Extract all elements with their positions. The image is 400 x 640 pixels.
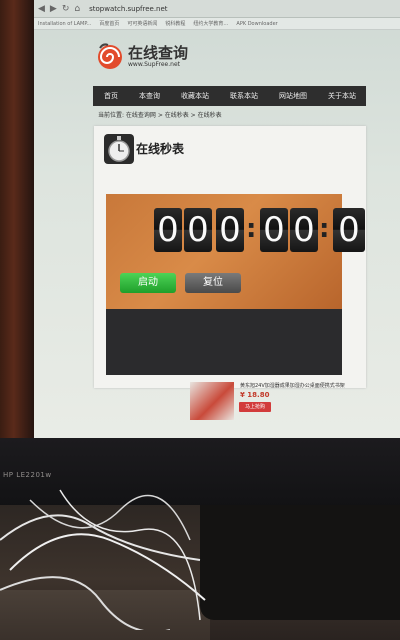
cables bbox=[0, 489, 206, 630]
bookmark-item[interactable]: APK Downloader bbox=[236, 21, 277, 27]
digit-minutes-1: 0 bbox=[216, 208, 244, 252]
digit-seconds-2: 0 bbox=[290, 208, 318, 252]
breadcrumb: 当前位置: 在线查询网 > 在线秒表 > 在线秒表 bbox=[98, 112, 222, 119]
nav-item-home[interactable]: 首页 bbox=[93, 91, 128, 101]
nav-item-sitemap[interactable]: 网站地图 bbox=[268, 91, 317, 101]
separator-colon-2: : bbox=[319, 214, 330, 244]
home-icon[interactable]: ⌂ bbox=[74, 4, 80, 14]
nav-item-about[interactable]: 关于本站 bbox=[317, 91, 366, 101]
ad-title[interactable]: 黄东旭24V加湿器成果加湿办公桌面便携式书架 bbox=[240, 382, 366, 389]
monitor-stand bbox=[200, 505, 400, 620]
separator-colon-1: : bbox=[246, 214, 257, 244]
ad-price: ¥ 18.80 bbox=[240, 391, 270, 399]
stopwatch-icon bbox=[104, 134, 134, 164]
nav-item-bookmark[interactable]: 收藏本站 bbox=[170, 91, 219, 101]
back-icon[interactable]: ◀ bbox=[38, 4, 45, 14]
spiral-logo-icon bbox=[98, 43, 122, 69]
bookmark-item[interactable]: 纽约大学教育… bbox=[193, 20, 228, 27]
bookmark-item[interactable]: 锐科教程 bbox=[165, 20, 185, 27]
stopwatch-lap-area bbox=[106, 309, 342, 375]
reset-button[interactable]: 复位 bbox=[185, 273, 241, 293]
site-logo[interactable]: 在线查询 www.SupFree.net bbox=[96, 42, 188, 70]
logo-domain: www.SupFree.net bbox=[128, 60, 180, 68]
browser-toolbar: ◀ ▶ ↻ ⌂ stopwatch.supfree.net bbox=[34, 0, 400, 18]
monitor-model-label: HP LE2201w bbox=[3, 471, 52, 479]
digit-hours-1: 0 bbox=[154, 208, 182, 252]
bookmarks-bar: Installation of LAMP... 百度首页 可可英语新闻 锐科教程… bbox=[34, 18, 400, 30]
ad-product-image[interactable] bbox=[190, 382, 234, 420]
bookmark-item[interactable]: 可可英语新闻 bbox=[127, 20, 157, 27]
logo-name: 在线查询 bbox=[128, 43, 189, 62]
digit-tenths: 0 bbox=[333, 208, 365, 252]
digit-hours-2: 0 bbox=[184, 208, 212, 252]
nav-item-query[interactable]: 本查询 bbox=[128, 91, 170, 101]
page-title: 在线秒表 bbox=[136, 142, 185, 156]
bookmark-item[interactable]: 百度首页 bbox=[99, 20, 119, 27]
digit-seconds-1: 0 bbox=[260, 208, 288, 252]
bookmark-item[interactable]: Installation of LAMP... bbox=[38, 21, 91, 27]
product-ad[interactable]: 黄东旭24V加湿器成果加湿办公桌面便携式书架 ¥ 18.80 马上抢购 bbox=[190, 382, 366, 422]
reload-icon[interactable]: ↻ bbox=[62, 4, 70, 14]
address-bar[interactable]: stopwatch.supfree.net bbox=[89, 5, 167, 13]
nav-item-contact[interactable]: 联系本站 bbox=[219, 91, 268, 101]
ad-buy-button[interactable]: 马上抢购 bbox=[239, 402, 271, 412]
start-button[interactable]: 启动 bbox=[120, 273, 176, 293]
forward-icon[interactable]: ▶ bbox=[50, 4, 57, 14]
monitor-bezel-left bbox=[0, 0, 34, 445]
site-navbar: 首页 本查询 收藏本站 联系本站 网站地图 关于本站 bbox=[93, 86, 366, 106]
